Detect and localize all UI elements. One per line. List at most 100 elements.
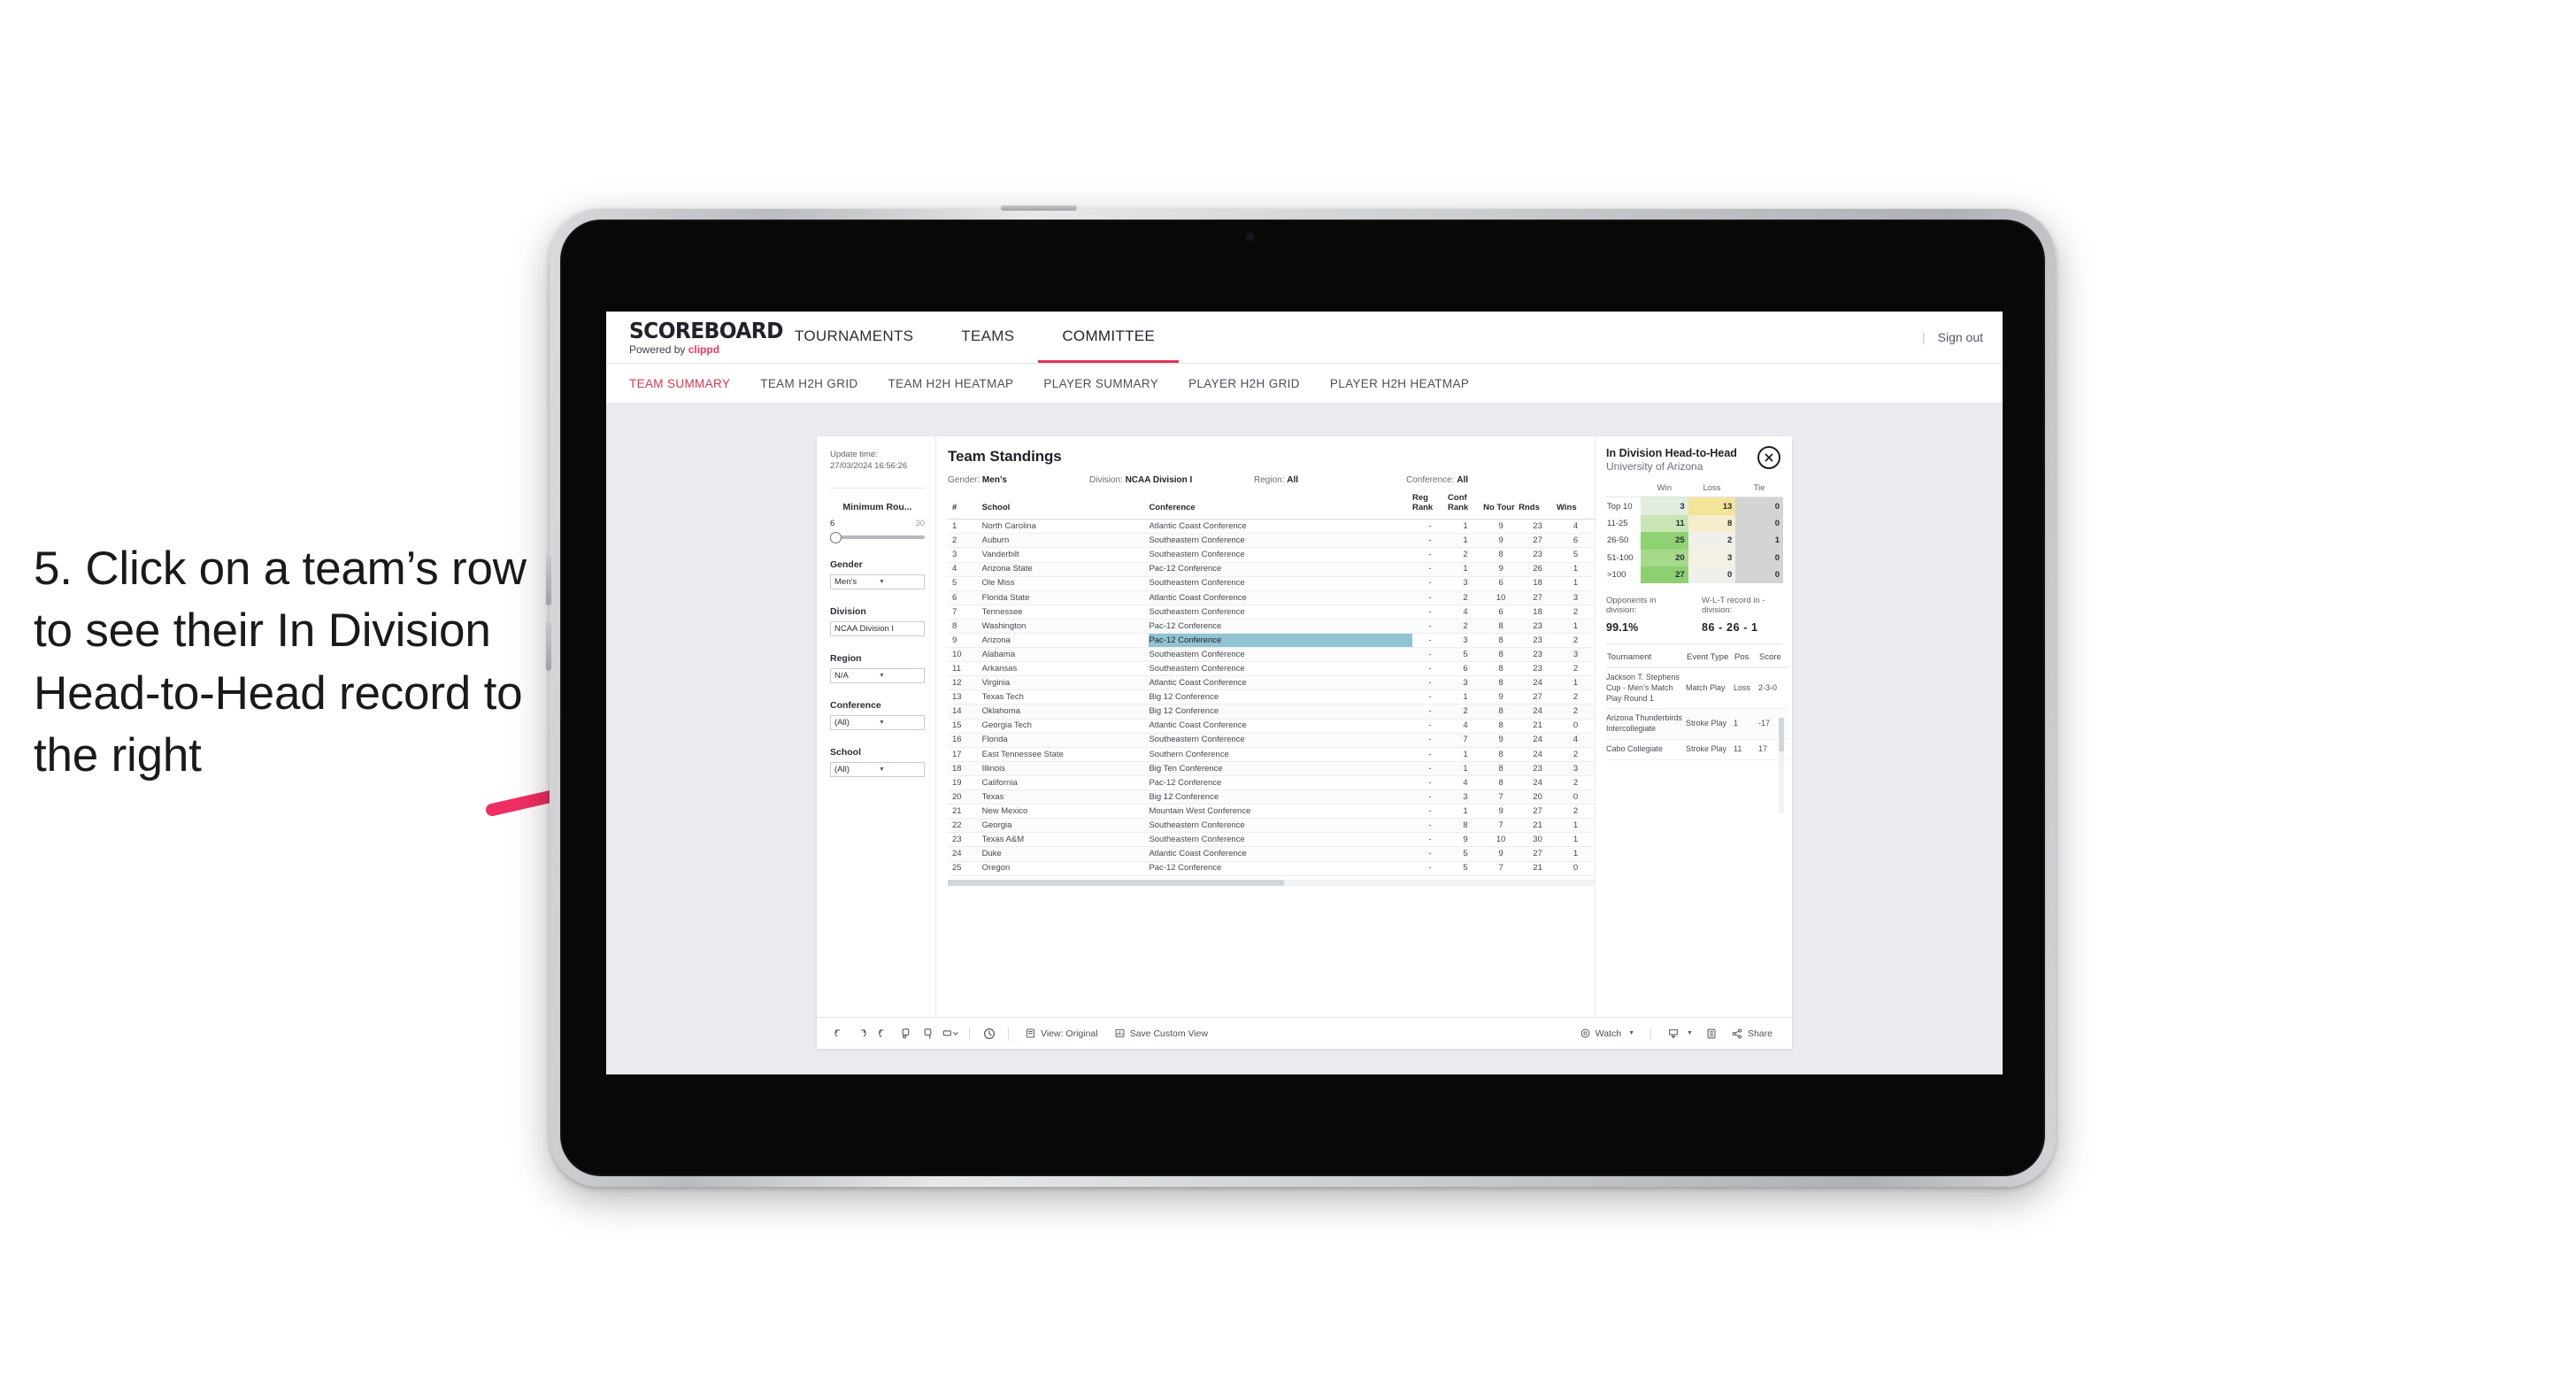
page-title: Team Standings [948, 448, 1062, 465]
cell-school: Vanderbilt [981, 547, 1150, 563]
col-reg-rank[interactable]: Reg Rank [1411, 493, 1449, 520]
table-row[interactable]: 9 Arizona Pac-12 Conference -3 8 23 2 [948, 633, 1595, 649]
share-button[interactable]: Share [1723, 1022, 1780, 1045]
tab-team-h2h-heatmap[interactable]: TEAM H2H HEATMAP [888, 377, 1032, 390]
horizontal-scrollbar[interactable] [948, 879, 1595, 886]
col-conference[interactable]: Conference [1149, 494, 1412, 520]
cell-rank: 25 [948, 861, 982, 876]
table-row[interactable]: 7 Tennessee Southeastern Conference -4 6 18 2 [948, 604, 1595, 620]
tab-team-h2h-grid[interactable]: TEAM H2H GRID [760, 377, 875, 390]
col-event-type[interactable]: Event Type [1686, 651, 1734, 669]
col-conf-rank[interactable]: Conf Rank [1448, 493, 1484, 520]
table-row[interactable]: 5 Ole Miss Southeastern Conference -3 6 18 1 [948, 576, 1595, 591]
table-row[interactable]: 1 North Carolina Atlantic Coast Conference… [948, 519, 1595, 535]
fullscreen-icon[interactable] [1701, 1022, 1723, 1045]
table-row[interactable]: 11 Arkansas Southeastern Conference -6 8 23 2 [948, 661, 1595, 677]
tournament-row[interactable]: Jackson T. Stephens Cup - Men’s Match Pl… [1606, 667, 1788, 710]
table-row[interactable]: 14 Oklahoma Big 12 Conference -2 8 24 2 [948, 704, 1595, 720]
cell-rnds: 23 [1519, 519, 1557, 535]
tab-player-h2h-grid[interactable]: PLAYER H2H GRID [1188, 377, 1318, 390]
cell-no-tour: 8 [1483, 547, 1519, 563]
save-custom-view-button[interactable]: Save Custom View [1106, 1022, 1217, 1045]
tournament-body: Jackson T. Stephens Cup - Men’s Match Pl… [1606, 667, 1788, 760]
device-layout-icon[interactable] [939, 1022, 961, 1045]
standings-header-row: # School Conference Reg Rank Conf Rank N… [948, 493, 1595, 520]
nav-item-tournaments[interactable]: TOURNAMENTS [771, 312, 937, 363]
cell-no-tour: 6 [1483, 604, 1519, 620]
view-original-button[interactable]: View: Original [1017, 1022, 1106, 1045]
table-row[interactable]: 13 Texas Tech Big 12 Conference -1 9 27 2 [948, 689, 1595, 705]
table-row[interactable]: 25 Oregon Pac-12 Conference -5 7 21 0 [948, 861, 1595, 876]
table-row[interactable]: 18 Illinois Big Ten Conference -1 8 23 3 [948, 761, 1595, 776]
col-tournament[interactable]: Tournament [1606, 651, 1686, 669]
sign-out-link[interactable]: Sign out [1938, 330, 1983, 344]
col-wins[interactable]: Wins [1557, 494, 1595, 520]
table-row[interactable]: 19 California Pac-12 Conference -4 8 24 2 [948, 775, 1595, 791]
watch-button[interactable]: Watch ▼ [1572, 1022, 1642, 1045]
cell-rank: 4 [948, 562, 982, 577]
min-rounds-slider[interactable] [830, 531, 925, 543]
cell-reg-rank: - [1411, 861, 1449, 876]
cell-rank: 1 [948, 519, 982, 535]
table-row[interactable]: 16 Florida Southeastern Conference -7 9 24 4 [948, 733, 1595, 748]
save-custom-view-label: Save Custom View [1129, 1028, 1209, 1039]
clock-icon[interactable] [978, 1022, 1000, 1045]
conference-value: (All) [834, 717, 850, 728]
school-select[interactable]: (All) ▼ [830, 761, 925, 777]
tournament-row[interactable]: Cabo Collegiate Stroke Play 11 17 [1606, 739, 1788, 760]
undo-icon[interactable] [828, 1022, 850, 1045]
cell-school: Alabama [981, 647, 1150, 663]
h2h-col-win: Win [1641, 482, 1688, 498]
cell-conf-rank: 6 [1448, 661, 1484, 677]
division-select[interactable]: NCAA Division I [830, 620, 925, 636]
col-rank[interactable]: # [948, 494, 982, 520]
pause-icon[interactable] [895, 1022, 917, 1045]
cell-wins: 4 [1557, 519, 1595, 535]
table-row[interactable]: 24 Duke Atlantic Coast Conference -5 9 27 1 [948, 846, 1595, 862]
filter-rail: Update time: 27/03/2024 16:56:26 Minimum… [817, 436, 936, 1017]
panel-scrollbar-thumb[interactable] [1779, 718, 1784, 751]
table-row[interactable]: 23 Texas A&M Southeastern Conference -9 10 30… [948, 832, 1595, 848]
table-row[interactable]: 12 Virginia Atlantic Coast Conference -3 8 24… [948, 675, 1595, 691]
table-row[interactable]: 8 Washington Pac-12 Conference -2 8 23 1 [948, 619, 1595, 635]
redo-icon[interactable] [850, 1022, 873, 1045]
table-row[interactable]: 21 New Mexico Mountain West Conference -1 9 2… [948, 804, 1595, 820]
table-row[interactable]: 3 Vanderbilt Southeastern Conference -2 8 23 5 [948, 547, 1595, 563]
download-button[interactable]: ▼ [1659, 1022, 1701, 1045]
col-pos[interactable]: Pos [1734, 651, 1758, 669]
close-icon[interactable] [1757, 446, 1780, 469]
refresh-icon[interactable] [917, 1022, 939, 1045]
conference-select[interactable]: (All) ▼ [830, 714, 925, 730]
table-row[interactable]: 4 Arizona State Pac-12 Conference -1 9 26 1 [948, 562, 1595, 577]
filter-summary-region: Region: All [1254, 475, 1406, 485]
cell-rnds: 27 [1519, 804, 1557, 820]
table-row[interactable]: 20 Texas Big 12 Conference -3 7 20 0 [948, 789, 1595, 805]
col-school[interactable]: School [981, 494, 1150, 520]
tab-player-summary[interactable]: PLAYER SUMMARY [1043, 377, 1176, 390]
table-row[interactable]: 6 Florida State Atlantic Coast Conference -… [948, 590, 1595, 605]
region-select[interactable]: N/A ▼ [830, 667, 925, 683]
cell-event-type: Stroke Play [1686, 739, 1734, 760]
scrollbar-thumb[interactable] [948, 879, 1285, 886]
slider-knob[interactable] [830, 531, 842, 543]
table-row[interactable]: 10 Alabama Southeastern Conference -5 8 23 3 [948, 647, 1595, 663]
nav-item-teams[interactable]: TEAMS [937, 312, 1038, 363]
nav-item-committee[interactable]: COMMITTEE [1038, 312, 1180, 363]
h2h-cell-tie: 0 [1735, 497, 1783, 515]
h2h-col-loss: Loss [1688, 482, 1736, 498]
brand-logo[interactable]: SCOREBOARD Powered by clippd [606, 320, 783, 355]
col-rnds[interactable]: Rnds [1519, 494, 1557, 520]
table-row[interactable]: 22 Georgia Southeastern Conference -8 7 21 1 [948, 818, 1595, 834]
tab-team-summary[interactable]: TEAM SUMMARY [629, 377, 748, 390]
panel-vertical-scrollbar[interactable] [1779, 718, 1784, 813]
table-row[interactable]: 2 Auburn Southeastern Conference -1 9 27 6 [948, 533, 1595, 549]
tab-player-h2h-heatmap[interactable]: PLAYER H2H HEATMAP [1330, 377, 1487, 390]
gender-select[interactable]: Men’s ▼ [830, 574, 925, 589]
table-row[interactable]: 17 East Tennessee State Southern Conferenc… [948, 747, 1595, 762]
col-no-tour[interactable]: No Tour [1483, 494, 1519, 520]
table-row[interactable]: 15 Georgia Tech Atlantic Coast Conference -… [948, 719, 1595, 734]
tournament-table: Tournament Event Type Pos Score Jackson … [1606, 651, 1788, 760]
revert-icon[interactable] [873, 1022, 895, 1045]
tournament-row[interactable]: Arizona Thunderbirds Intercollegiate Stro… [1606, 708, 1788, 740]
col-score[interactable]: Score [1758, 651, 1788, 669]
